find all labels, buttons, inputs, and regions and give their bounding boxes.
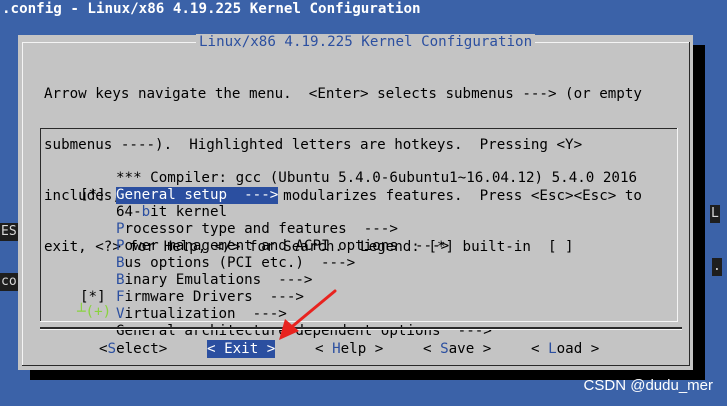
arrow-shaft	[286, 289, 337, 332]
red-annotation-arrow	[279, 289, 337, 340]
watermark: CSDN @dudu_mer	[583, 377, 713, 394]
